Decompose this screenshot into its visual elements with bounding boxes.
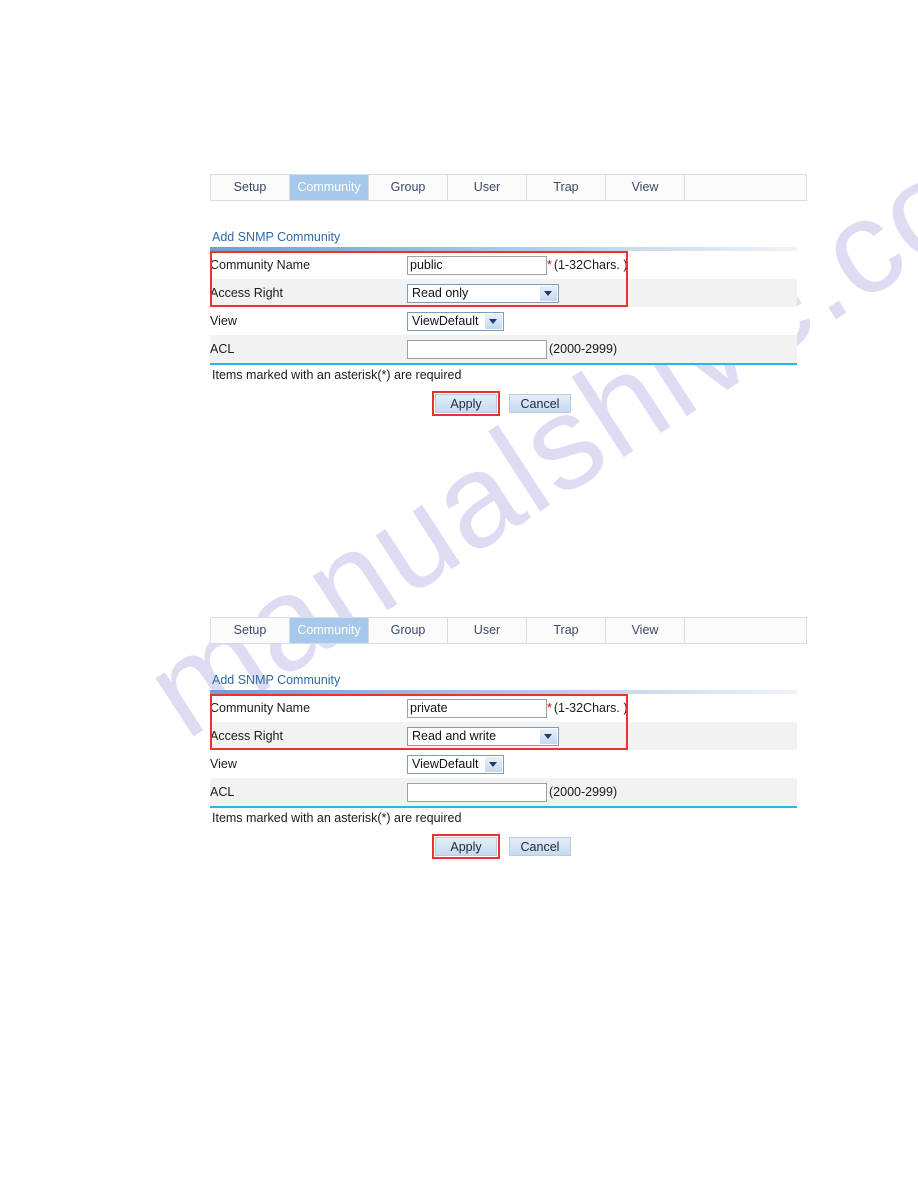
cancel-button-2[interactable]: Cancel xyxy=(509,837,571,856)
field-view-2: ViewDefault xyxy=(407,750,797,778)
tab-community[interactable]: Community xyxy=(290,618,369,643)
snmp-community-panel-1: Setup Community Group User Trap View Add… xyxy=(210,174,807,416)
hint-acl-1: (2000-2999) xyxy=(549,342,618,356)
required-asterisk-1: * xyxy=(547,257,552,272)
chevron-down-icon xyxy=(484,313,502,329)
form-row-acl-2: ACL (2000-2999) xyxy=(210,778,797,806)
chevron-down-icon xyxy=(484,756,502,772)
tab-user[interactable]: User xyxy=(448,175,527,200)
tab-bar-1: Setup Community Group User Trap View xyxy=(210,174,807,201)
label-community-name-2: Community Name xyxy=(210,694,407,722)
required-note-2: Items marked with an asterisk(*) are req… xyxy=(212,811,462,825)
label-community-name-1: Community Name xyxy=(210,251,407,279)
snmp-community-form-2: Community Name private * (1-32Chars. ) Acc… xyxy=(210,694,797,806)
section-title-1: Add SNMP Community xyxy=(212,230,341,244)
form-row-access-right-1: Access Right Read only xyxy=(210,279,797,307)
hint-community-name-2: (1-32Chars. ) xyxy=(553,701,628,715)
section-title-2: Add SNMP Community xyxy=(212,673,341,687)
snmp-community-form-1: Community Name public * (1-32Chars. ) Acce… xyxy=(210,251,797,363)
label-acl-2: ACL xyxy=(210,778,407,806)
field-access-right-1: Read only xyxy=(407,279,797,307)
label-acl-1: ACL xyxy=(210,335,407,363)
field-view-1: ViewDefault xyxy=(407,307,797,335)
view-value-1: ViewDefault xyxy=(412,313,479,328)
hint-acl-2: (2000-2999) xyxy=(549,785,618,799)
form-row-acl-1: ACL (2000-2999) xyxy=(210,335,797,363)
tab-user[interactable]: User xyxy=(448,618,527,643)
field-community-name-1: public * (1-32Chars. ) xyxy=(407,251,797,279)
button-row-1: Apply Cancel xyxy=(210,391,807,416)
tab-trap[interactable]: Trap xyxy=(527,618,606,643)
tab-view[interactable]: View xyxy=(606,618,685,643)
tab-setup[interactable]: Setup xyxy=(211,618,290,643)
label-view-1: View xyxy=(210,307,407,335)
apply-button-1[interactable]: Apply xyxy=(435,394,497,413)
form-bottom-rule-2 xyxy=(210,806,797,808)
apply-button-highlight-2: Apply xyxy=(432,834,500,859)
field-acl-1: (2000-2999) xyxy=(407,335,797,363)
field-access-right-2: Read and write xyxy=(407,722,797,750)
tab-bar-filler xyxy=(685,175,806,200)
view-select-1[interactable]: ViewDefault xyxy=(407,311,504,331)
tab-community[interactable]: Community xyxy=(290,175,369,200)
acl-input-2[interactable] xyxy=(407,782,547,802)
acl-input-1[interactable] xyxy=(407,339,547,359)
apply-button-2[interactable]: Apply xyxy=(435,837,497,856)
form-row-community-name-1: Community Name public * (1-32Chars. ) xyxy=(210,251,797,279)
field-community-name-2: private * (1-32Chars. ) xyxy=(407,694,797,722)
tab-trap[interactable]: Trap xyxy=(527,175,606,200)
tab-group[interactable]: Group xyxy=(369,175,448,200)
community-name-input-2[interactable]: private xyxy=(407,698,547,718)
label-view-2: View xyxy=(210,750,407,778)
access-right-value-1: Read only xyxy=(412,285,469,300)
access-right-select-1[interactable]: Read only xyxy=(407,283,559,303)
access-right-value-2: Read and write xyxy=(412,728,497,743)
tab-group[interactable]: Group xyxy=(369,618,448,643)
form-bottom-rule-1 xyxy=(210,363,797,365)
view-select-2[interactable]: ViewDefault xyxy=(407,754,504,774)
tab-bar-filler xyxy=(685,618,806,643)
form-row-community-name-2: Community Name private * (1-32Chars. ) xyxy=(210,694,797,722)
required-asterisk-2: * xyxy=(547,700,552,715)
tab-view[interactable]: View xyxy=(606,175,685,200)
access-right-select-2[interactable]: Read and write xyxy=(407,726,559,746)
button-row-2: Apply Cancel xyxy=(210,834,807,859)
snmp-community-panel-2: Setup Community Group User Trap View Add… xyxy=(210,617,807,859)
apply-button-highlight-1: Apply xyxy=(432,391,500,416)
tab-bar-2: Setup Community Group User Trap View xyxy=(210,617,807,644)
view-value-2: ViewDefault xyxy=(412,756,479,771)
field-acl-2: (2000-2999) xyxy=(407,778,797,806)
chevron-down-icon xyxy=(539,285,557,301)
required-note-1: Items marked with an asterisk(*) are req… xyxy=(212,368,462,382)
form-row-view-2: View ViewDefault xyxy=(210,750,797,778)
form-row-view-1: View ViewDefault xyxy=(210,307,797,335)
cancel-button-1[interactable]: Cancel xyxy=(509,394,571,413)
tab-setup[interactable]: Setup xyxy=(211,175,290,200)
hint-community-name-1: (1-32Chars. ) xyxy=(553,258,628,272)
community-name-input-1[interactable]: public xyxy=(407,255,547,275)
label-access-right-2: Access Right xyxy=(210,722,407,750)
chevron-down-icon xyxy=(539,728,557,744)
form-row-access-right-2: Access Right Read and write xyxy=(210,722,797,750)
label-access-right-1: Access Right xyxy=(210,279,407,307)
